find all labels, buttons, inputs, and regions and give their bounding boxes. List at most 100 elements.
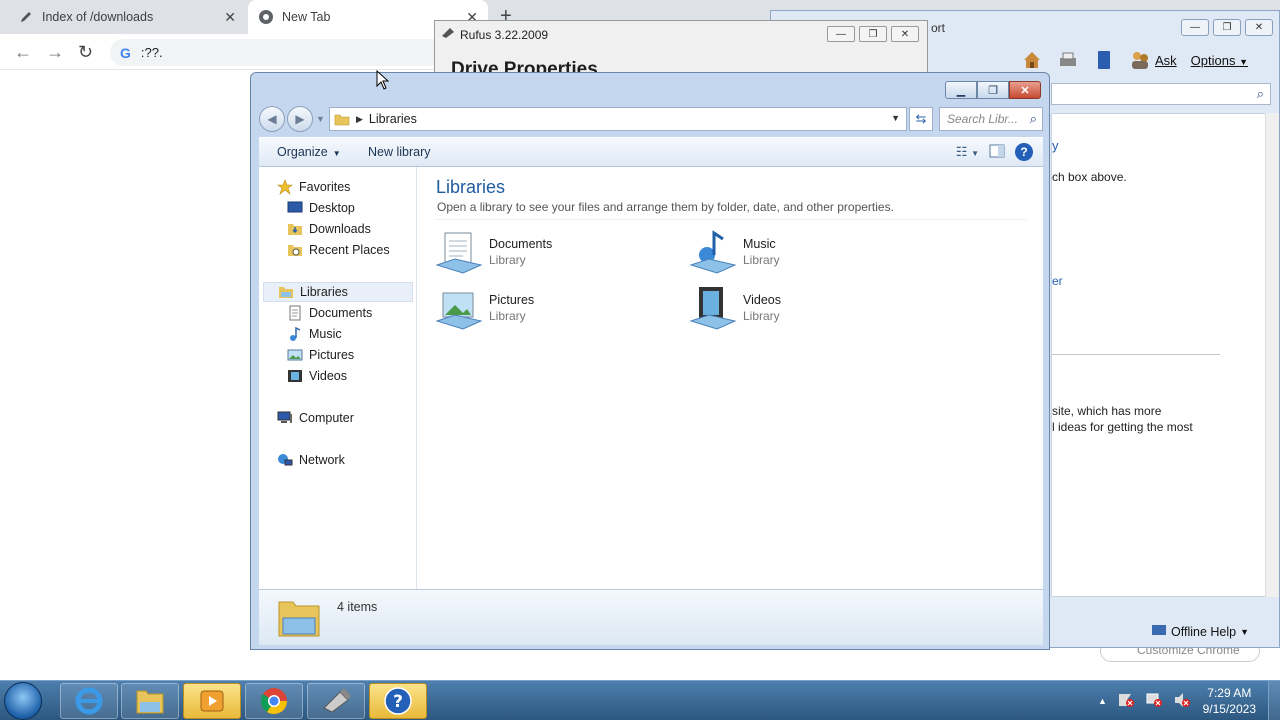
help-text: l ideas for getting the most	[1052, 420, 1193, 434]
help-search-input[interactable]: ⌕	[1051, 83, 1271, 105]
back-button[interactable]: ←	[14, 42, 32, 63]
forward-button[interactable]: →	[46, 42, 64, 63]
libraries-folder-icon	[277, 596, 321, 640]
item-count: 4 items	[337, 600, 378, 614]
notification-area: ▲	[1098, 681, 1191, 720]
help-window-controls: — ❐ ✕	[1181, 19, 1273, 36]
system-clock[interactable]: 7:29 AM 9/15/2023	[1203, 685, 1256, 717]
browse-help-icon[interactable]	[1093, 49, 1115, 71]
action-center-icon[interactable]	[1117, 692, 1135, 711]
desktop-icon	[287, 200, 303, 216]
forward-button[interactable]: ▶	[287, 106, 313, 132]
nav-item-downloads[interactable]: Downloads	[287, 219, 371, 239]
library-videos[interactable]: Videos Library	[689, 285, 909, 333]
close-button[interactable]: ✕	[1009, 81, 1041, 99]
start-button[interactable]	[4, 682, 42, 720]
help-icon: ?	[384, 687, 412, 715]
nav-item-videos[interactable]: Videos	[287, 366, 347, 386]
change-view-icon[interactable]: ☷ ▼	[956, 144, 979, 160]
library-pictures[interactable]: Pictures Library	[435, 285, 655, 333]
address-bar[interactable]: ▶ Libraries ▼	[329, 107, 907, 131]
breadcrumb-separator-icon[interactable]: ▶	[356, 114, 363, 125]
help-text: site, which has more	[1052, 404, 1162, 418]
taskbar-chrome[interactable]	[245, 683, 303, 719]
home-icon[interactable]	[1021, 49, 1043, 71]
help-scrollbar[interactable]	[1265, 113, 1279, 597]
nav-item-documents[interactable]: Documents	[287, 303, 372, 323]
clock-date: 9/15/2023	[1202, 702, 1256, 716]
breadcrumb-libraries[interactable]: Libraries	[369, 112, 417, 126]
music-icon	[287, 326, 303, 342]
close-button[interactable]: ✕	[1245, 19, 1273, 36]
explorer-window: ▁ ❐ ✕ ◀ ▶ ▼ ▶ Libraries ▼ ⇆ Search Libr.…	[250, 72, 1050, 650]
taskbar-internet-explorer[interactable]	[60, 683, 118, 719]
library-documents[interactable]: Documents Library	[435, 229, 655, 277]
windows-explorer-icon	[136, 690, 164, 714]
back-button[interactable]: ◀	[259, 106, 285, 132]
nav-item-pictures[interactable]: Pictures	[287, 345, 354, 365]
tab-title: Index of /downloads	[42, 10, 154, 24]
network-status-icon[interactable]	[1145, 692, 1163, 711]
show-hidden-icons-button[interactable]: ▲	[1098, 696, 1107, 706]
page-subtitle: Open a library to see your files and arr…	[437, 200, 894, 214]
taskbar-windows-explorer[interactable]	[121, 683, 179, 719]
nav-item-favorites[interactable]: Favorites	[277, 177, 350, 197]
taskbar-windows-help[interactable]: ?	[369, 683, 427, 719]
search-icon[interactable]: ⌕	[1257, 86, 1264, 102]
libraries-icon	[334, 112, 350, 126]
help-icon[interactable]: ?	[1015, 143, 1033, 161]
recent-pages-dropdown[interactable]: ▼	[316, 114, 325, 124]
address-bar[interactable]: G :??.	[110, 39, 450, 66]
tab-index-of-downloads[interactable]: Index of /downloads ✕	[8, 0, 246, 34]
help-toolbar: Ask Options ▼	[1021, 47, 1248, 73]
clock-time: 7:29 AM	[1207, 686, 1252, 700]
nav-item-desktop[interactable]: Desktop	[287, 198, 355, 218]
volume-icon[interactable]	[1173, 692, 1191, 711]
nav-item-music[interactable]: Music	[287, 324, 342, 344]
offline-help-button[interactable]: Offline Help ▼	[1151, 623, 1249, 640]
address-dropdown[interactable]: ▼	[891, 113, 900, 123]
help-link[interactable]: y	[1052, 138, 1059, 153]
nav-item-recent-places[interactable]: Recent Places	[287, 240, 390, 260]
taskbar-rufus[interactable]	[307, 683, 365, 719]
search-input[interactable]: Search Libr... ⌕	[939, 107, 1043, 131]
chevron-down-icon: ▼	[1240, 626, 1250, 637]
downloads-folder-icon	[287, 221, 303, 237]
maximize-button[interactable]: ❐	[1213, 19, 1241, 36]
minimize-button[interactable]: —	[827, 26, 855, 42]
maximize-button[interactable]: ❐	[859, 26, 887, 42]
organize-button[interactable]: Organize ▼	[277, 145, 341, 159]
print-icon[interactable]	[1057, 49, 1079, 71]
new-library-button[interactable]: New library	[368, 145, 431, 159]
nav-item-libraries[interactable]: Libraries	[263, 282, 413, 302]
rufus-window: Rufus 3.22.2009 — ❐ ✕ Drive Properties	[434, 20, 928, 80]
close-button[interactable]: ✕	[891, 26, 919, 42]
navigation-pane: Favorites Desktop Downloads Recent Place…	[259, 167, 417, 589]
search-icon[interactable]: ⌕	[1030, 111, 1037, 127]
nav-item-network[interactable]: Network	[277, 450, 345, 470]
reload-button[interactable]: ↻	[78, 42, 93, 63]
recent-places-icon	[287, 242, 303, 258]
nav-item-computer[interactable]: Computer	[277, 408, 354, 428]
help-link[interactable]: er	[1052, 274, 1063, 288]
ask-icon[interactable]	[1129, 49, 1151, 71]
explorer-navigation-bar: ◀ ▶ ▼ ▶ Libraries ▼ ⇆ Search Libr... ⌕	[259, 105, 1043, 133]
minimize-button[interactable]: —	[1181, 19, 1209, 36]
options-button[interactable]: Options ▼	[1191, 53, 1248, 68]
maximize-button[interactable]: ❐	[977, 81, 1009, 99]
library-music[interactable]: Music Library	[689, 229, 909, 277]
content-pane: Libraries Open a library to see your fil…	[417, 167, 1043, 589]
taskbar-media-player[interactable]	[183, 683, 241, 719]
music-library-icon	[689, 229, 737, 277]
show-desktop-button[interactable]	[1268, 681, 1280, 720]
preview-pane-icon[interactable]	[989, 144, 1005, 161]
refresh-button[interactable]: ⇆	[909, 107, 933, 131]
ask-button[interactable]: Ask	[1155, 53, 1177, 68]
documents-icon	[287, 305, 303, 321]
computer-icon	[277, 410, 293, 426]
tab-close-icon[interactable]: ✕	[224, 9, 236, 26]
pictures-library-icon	[435, 285, 483, 333]
internet-explorer-icon	[75, 687, 103, 715]
minimize-button[interactable]: ▁	[945, 81, 977, 99]
usb-drive-icon	[441, 27, 455, 42]
